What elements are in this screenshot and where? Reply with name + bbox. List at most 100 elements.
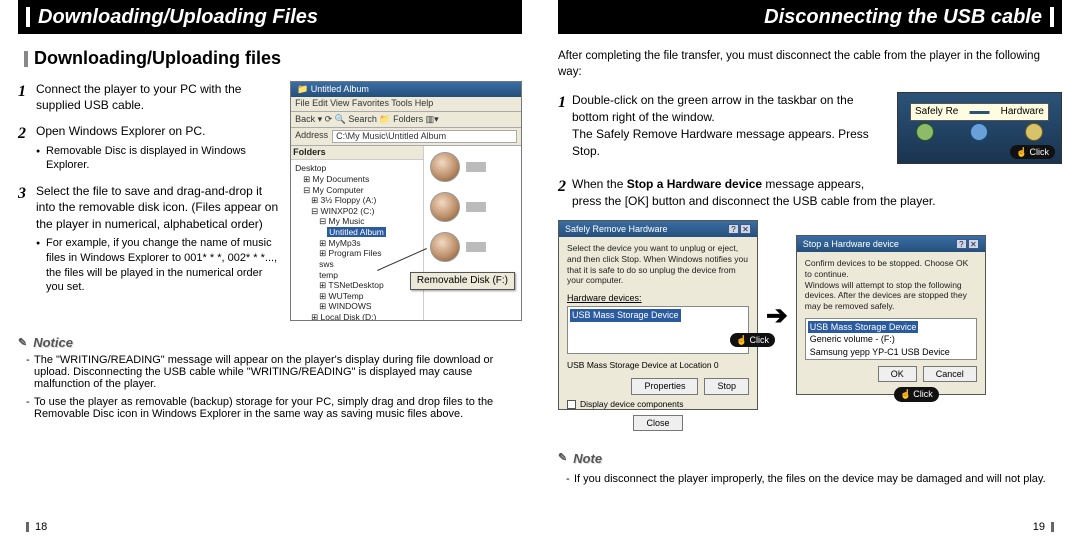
dlg2-list-item: Generic volume - (F:)	[808, 333, 974, 346]
explorer-menubar: File Edit View Favorites Tools Help	[291, 97, 521, 111]
explorer-folder-tree: Folders Desktop⊞ My Documents⊟ My Comput…	[291, 146, 424, 321]
album-art-icon	[430, 232, 460, 262]
click-badge: Click	[1010, 145, 1055, 160]
dlg2-list-item: USB Mass Storage Device	[808, 321, 919, 334]
folders-header: Folders	[291, 146, 423, 160]
banner-right: Disconnecting the USB cable	[558, 0, 1062, 34]
section-heading-text: Downloading/Uploading files	[34, 48, 281, 69]
rstep2-num: 2	[558, 176, 566, 210]
callout-removable-disk: Removable Disk (F:)	[410, 272, 515, 291]
note-label: Note	[573, 450, 602, 468]
file-thumb	[430, 152, 515, 182]
section-heading: Downloading/Uploading files	[24, 48, 522, 69]
note-block: Note If you disconnect the player improp…	[558, 450, 1062, 488]
file-thumb	[430, 232, 515, 262]
explorer-addressbar: Address C:\My Music\Untitled Album	[291, 128, 521, 146]
rstep1-num: 1	[558, 92, 566, 164]
rstep2-line2: press the [OK] button and disconnect the…	[572, 193, 936, 210]
rstep2-line1: When the Stop a Hardware device message …	[572, 176, 936, 193]
address-label: Address	[295, 130, 328, 143]
tooltip-right: Hardware	[1001, 105, 1044, 119]
help-icon: ?	[728, 224, 739, 234]
dlg1-list-item: USB Mass Storage Device	[570, 309, 681, 322]
explorer-toolbar: Back ▾ ⟳ 🔍 Search 📁 Folders ▥▾	[291, 112, 521, 128]
checkbox-icon	[567, 400, 576, 409]
step-3-num: 3	[18, 183, 30, 295]
rstep1-line1: Double-click on the green arrow in the t…	[572, 92, 887, 126]
tree-item: ⊟ My Computer	[303, 185, 364, 195]
click-badge: Click	[730, 333, 775, 348]
tree-item: sws	[319, 259, 334, 269]
dlg1-section-label: Hardware devices:	[567, 292, 749, 305]
arrow-icon: ➔	[766, 297, 788, 333]
notice-item: To use the player as removable (backup) …	[26, 396, 522, 420]
dlg2-desc: Confirm devices to be stopped. Choose OK…	[805, 258, 977, 311]
pencil-icon	[18, 336, 27, 349]
rstep1-line2: The Safely Remove Hardware message appea…	[572, 126, 887, 160]
cancel-button[interactable]: Cancel	[923, 366, 977, 383]
dlg1-listbox: USB Mass Storage Device	[567, 306, 749, 354]
properties-button[interactable]: Properties	[631, 378, 698, 395]
section-bar-icon	[24, 51, 28, 67]
window-buttons: ?✕	[727, 223, 751, 236]
steps-column: 1 Connect the player to your PC with the…	[18, 81, 280, 321]
step-3-text: Select the file to save and drag-and-dro…	[36, 184, 278, 230]
tray-tooltip: Safely Re ▬▬ Hardware	[910, 103, 1049, 121]
window-buttons: ?✕	[955, 238, 979, 251]
dlg2-listbox: USB Mass Storage Device Generic volume -…	[805, 318, 977, 360]
step-2-text: Open Windows Explorer on PC.	[36, 124, 205, 138]
address-value: C:\My Music\Untitled Album	[332, 130, 517, 143]
system-tray-graphic: Safely Re ▬▬ Hardware Click	[897, 92, 1062, 164]
banner-left: Downloading/Uploading Files	[18, 0, 522, 34]
tree-item: ⊞ 3½ Floppy (A:)	[311, 195, 376, 205]
tree-item: ⊞ Local Disk (D:)	[311, 312, 376, 321]
banner-left-title: Downloading/Uploading Files	[38, 6, 318, 29]
dlg1-checkbox[interactable]: Display device components	[567, 399, 749, 411]
page-right: Disconnecting the USB cable After comple…	[540, 0, 1080, 539]
step-2-sub: Removable Disc is displayed in Windows E…	[46, 144, 280, 174]
tree-item: ⊞ MyMp3s	[319, 238, 361, 248]
tree-item: Untitled Album	[327, 227, 386, 237]
tree-item: ⊞ WUTemp	[319, 291, 363, 301]
notice-block: Notice The "WRITING/READING" message wil…	[18, 335, 522, 420]
file-label-icon	[466, 202, 486, 212]
step-2: 2 Open Windows Explorer on PC. Removable…	[18, 123, 280, 173]
step-2-num: 2	[18, 123, 30, 173]
help-icon: ?	[956, 239, 967, 249]
notice-item: The "WRITING/READING" message will appea…	[26, 354, 522, 390]
pencil-icon	[558, 451, 567, 466]
tree-item: temp	[319, 270, 338, 280]
ok-button[interactable]: OK	[878, 366, 917, 383]
dlg1-desc: Select the device you want to unplug or …	[567, 243, 749, 286]
step-1-text: Connect the player to your PC with the s…	[36, 81, 280, 113]
tree-item: Desktop	[295, 163, 326, 173]
dialog-stop-device: Stop a Hardware device ?✕ Confirm device…	[796, 235, 986, 395]
file-label-icon	[466, 242, 486, 252]
dlg1-checkbox-label: Display device components	[580, 399, 683, 411]
stop-button[interactable]: Stop	[704, 378, 749, 395]
explorer-titlebar: 📁 Untitled Album	[291, 82, 521, 97]
close-button[interactable]: Close	[633, 415, 682, 432]
click-badge: Click	[894, 387, 939, 402]
tree-item: ⊞ TSNetDesktop	[319, 280, 384, 290]
file-label-icon	[466, 162, 486, 172]
dlg2-titlebar: Stop a Hardware device ?✕	[797, 236, 985, 253]
banner-right-title: Disconnecting the USB cable	[764, 6, 1042, 29]
tree-item: ⊞ Program Files	[319, 248, 381, 258]
page-number-left: 18	[26, 521, 47, 533]
tree-item: ⊟ My Music	[319, 216, 364, 226]
intro-text: After completing the file transfer, you …	[558, 48, 1062, 80]
tooltip-left: Safely Re	[915, 105, 958, 119]
tree-item: ⊟ WINXP02 (C:)	[311, 206, 374, 216]
close-icon: ✕	[740, 224, 751, 234]
page-number-right: 19	[1033, 521, 1054, 533]
step-3: 3 Select the file to save and drag-and-d…	[18, 183, 280, 295]
tree-item: ⊞ My Documents	[303, 174, 369, 184]
step-3-sub: For example, if you change the name of m…	[46, 236, 280, 295]
tray-icon	[970, 123, 988, 141]
dlg2-title: Stop a Hardware device	[803, 238, 899, 251]
notice-label: Notice	[33, 335, 73, 350]
close-icon: ✕	[968, 239, 979, 249]
rstep2-l1b: message appears,	[762, 177, 864, 191]
explorer-title-text: Untitled Album	[311, 84, 369, 94]
